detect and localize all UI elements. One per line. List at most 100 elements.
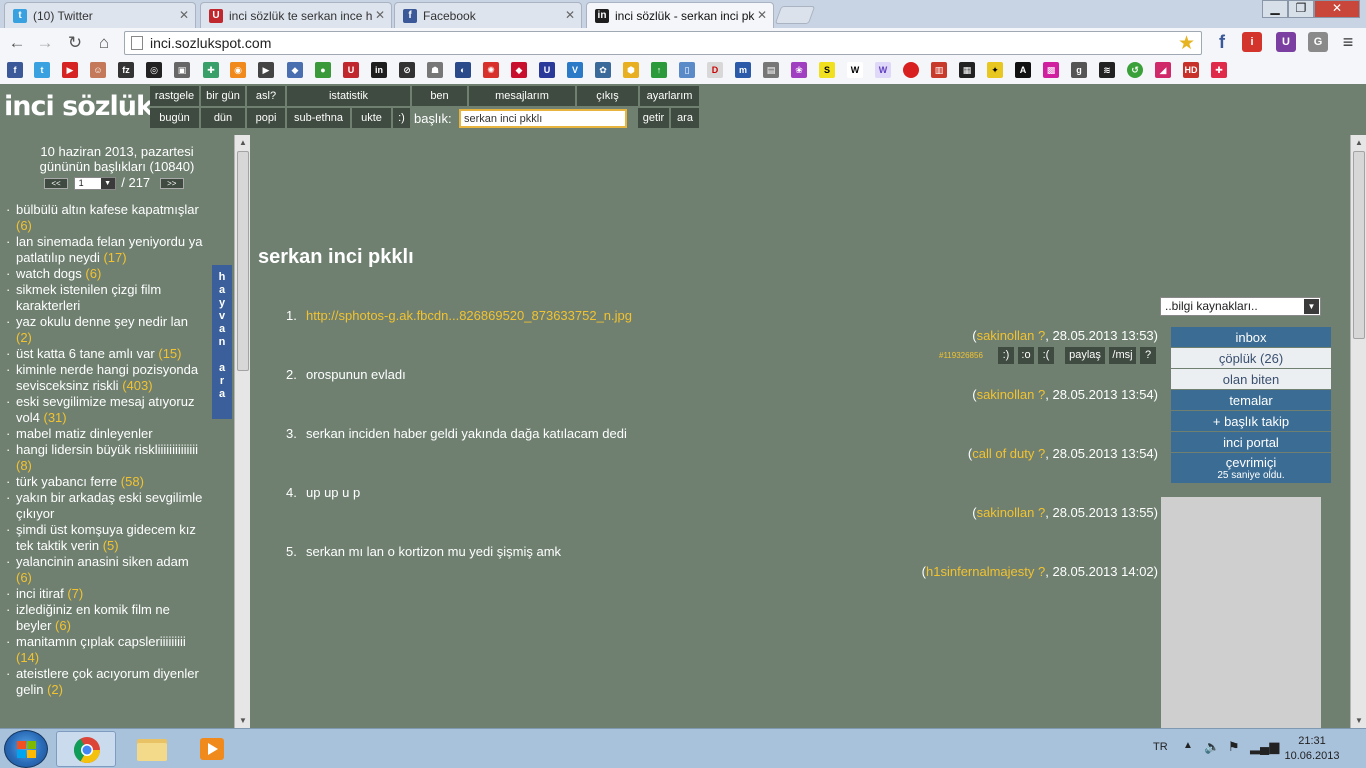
nav-bugun[interactable]: bugün [150, 108, 200, 128]
topic-item[interactable]: · eski sevgilimize mesaj atıyoruz vol4 (3… [6, 394, 206, 426]
close-icon[interactable]: ✕ [179, 8, 189, 22]
share-button[interactable]: paylaş [1065, 347, 1105, 364]
entry-id[interactable]: #119326856 [939, 351, 983, 360]
menu-icon[interactable]: ≡ [1338, 32, 1358, 52]
bookmark-icon[interactable]: ◆ [511, 62, 527, 78]
topic-item[interactable]: · lan sinemada felan yeniyordu ya patlatı… [6, 234, 206, 266]
menu-inbox[interactable]: inbox [1171, 327, 1331, 348]
entry-author[interactable]: sakinollan ? [977, 328, 1046, 343]
entry-author[interactable]: h1sinfernalmajesty ? [926, 564, 1045, 579]
bookmark-icon[interactable] [903, 62, 919, 78]
bookmark-icon[interactable]: ≋ [1099, 62, 1115, 78]
source-select[interactable]: ..bilgi kaynakları.. ▼ [1160, 297, 1321, 316]
bookmark-star-icon[interactable]: ★ [1178, 32, 1195, 55]
start-button[interactable] [4, 730, 48, 768]
nav-ayarlarim[interactable]: ayarlarım [640, 86, 700, 106]
scroll-thumb[interactable] [237, 151, 249, 371]
bookmark-icon[interactable]: ◆ [287, 62, 303, 78]
uludag-extension-icon[interactable]: i [1242, 32, 1262, 52]
menu-cevrimici[interactable]: çevrimiçi 25 saniye oldu. [1171, 453, 1331, 484]
nav-mesajlarim[interactable]: mesajlarım [469, 86, 576, 106]
getir-button[interactable]: getir [638, 108, 670, 128]
hayvan-ara-tab[interactable]: hayvanara [212, 265, 232, 419]
topic-item[interactable]: · yalancinin anasini siken adam (6) [6, 554, 206, 586]
bookmark-icon[interactable]: ⬢ [623, 62, 639, 78]
bookmark-icon[interactable]: ◎ [146, 62, 162, 78]
chevron-up-icon[interactable]: ▲ [1183, 740, 1193, 751]
bookmark-icon[interactable]: ▩ [1043, 62, 1059, 78]
topic-item[interactable]: · bülbülü altın kafese kapatmışlar (6) [6, 202, 206, 234]
menu-temalar[interactable]: temalar [1171, 390, 1331, 411]
nav-istatistik[interactable]: istatistik [287, 86, 411, 106]
bookmark-icon[interactable]: ❀ [791, 62, 807, 78]
menu-inci-portal[interactable]: inci portal [1171, 432, 1331, 453]
uludag-bookmark-icon[interactable]: U [343, 62, 359, 78]
scroll-up-icon[interactable]: ▲ [1351, 135, 1366, 150]
bookmark-icon[interactable]: ↺ [1127, 62, 1143, 78]
nav-popi[interactable]: popi [247, 108, 286, 128]
nav-ukte[interactable]: ukte [352, 108, 392, 128]
u-extension-icon[interactable]: U [1276, 32, 1296, 52]
bookmark-icon[interactable]: ✿ [595, 62, 611, 78]
bookmark-icon[interactable]: ◉ [230, 62, 246, 78]
ara-button[interactable]: ara [671, 108, 700, 128]
topic-item[interactable]: · türk yabancı ferre (58) [6, 474, 206, 490]
left-scrollbar[interactable]: ▲ ▼ [234, 135, 250, 728]
youtube-bookmark-icon[interactable]: ▶ [62, 62, 78, 78]
bookmark-icon[interactable]: ▥ [931, 62, 947, 78]
media-player-taskbar-button[interactable] [182, 731, 242, 767]
topic-item[interactable]: · sikmek istenilen çizgi film karakterler… [6, 282, 206, 314]
tab-facebook[interactable]: f Facebook ✕ [394, 2, 582, 28]
nav-ben[interactable]: ben [412, 86, 468, 106]
bookmark-icon[interactable]: ● [315, 62, 331, 78]
bookmark-icon[interactable]: ▦ [959, 62, 975, 78]
topic-item[interactable]: · yakın bir arkadaş eski sevgilimle çıkıy… [6, 490, 206, 522]
volume-icon[interactable]: 🔈 [1204, 739, 1220, 755]
site-logo[interactable]: inci sözlük [4, 91, 154, 122]
bookmark-icon[interactable]: ⊘ [399, 62, 415, 78]
help-button[interactable]: ? [1140, 347, 1156, 364]
facebook-extension-icon[interactable]: f [1212, 32, 1232, 52]
nav-dun[interactable]: dün [201, 108, 246, 128]
network-icon[interactable]: ▂▄▆ [1250, 739, 1279, 755]
search-input[interactable] [459, 109, 627, 128]
bookmark-icon[interactable]: ☗ [427, 62, 443, 78]
facebook-bookmark-icon[interactable]: f [7, 62, 23, 78]
tab-twitter[interactable]: t (10) Twitter ✕ [4, 2, 196, 28]
flag-icon[interactable]: ⚑ [1228, 739, 1240, 755]
bookmark-icon[interactable]: ▶ [258, 62, 274, 78]
bookmark-icon[interactable]: ▯ [679, 62, 695, 78]
close-icon[interactable]: ✕ [565, 8, 575, 22]
message-button[interactable]: /msj [1109, 347, 1136, 364]
nav-cikis[interactable]: çıkış [577, 86, 639, 106]
bookmark-icon[interactable]: ✚ [203, 62, 219, 78]
scroll-up-icon[interactable]: ▲ [235, 135, 251, 150]
bookmark-icon[interactable]: ↑ [651, 62, 667, 78]
nav-smiley[interactable]: :) [393, 108, 411, 128]
main-scrollbar[interactable]: ▲ ▼ [1350, 135, 1366, 728]
language-indicator[interactable]: TR [1153, 741, 1168, 753]
menu-copluk[interactable]: çöplük (26) [1171, 348, 1331, 369]
tab-inci-sozluk[interactable]: in inci sözlük - serkan inci pk ✕ [586, 2, 774, 28]
reload-icon[interactable]: ↻ [64, 32, 86, 54]
topic-item[interactable]: · kiminle nerde hangi pozisyonda seviscek… [6, 362, 206, 394]
twitter-bookmark-icon[interactable]: t [34, 62, 50, 78]
entry-author[interactable]: call of duty ? [972, 446, 1045, 461]
page-title[interactable]: serkan inci pkklı [258, 246, 414, 269]
address-bar[interactable]: inci.sozlukspot.com ★ [124, 31, 1202, 55]
badge-extension-icon[interactable]: G [1308, 32, 1328, 52]
clock[interactable]: 21:31 10.06.2013 [1280, 734, 1344, 764]
surprise-vote-button[interactable]: :o [1018, 347, 1034, 364]
entry-author[interactable]: sakinollan ? [977, 505, 1046, 520]
bookmark-icon[interactable]: W [875, 62, 891, 78]
bookmark-icon[interactable]: ◐ [455, 62, 471, 78]
bookmark-icon[interactable]: D [707, 62, 723, 78]
menu-olan-biten[interactable]: olan biten [1171, 369, 1331, 390]
forward-arrow-icon[interactable]: → [34, 32, 56, 54]
chrome-taskbar-button[interactable] [56, 731, 116, 767]
back-arrow-icon[interactable]: ← [6, 32, 28, 54]
explorer-taskbar-button[interactable] [122, 731, 182, 767]
bookmark-icon[interactable]: g [1071, 62, 1087, 78]
inci-bookmark-icon[interactable]: in [371, 62, 387, 78]
home-icon[interactable]: ⌂ [93, 32, 115, 54]
